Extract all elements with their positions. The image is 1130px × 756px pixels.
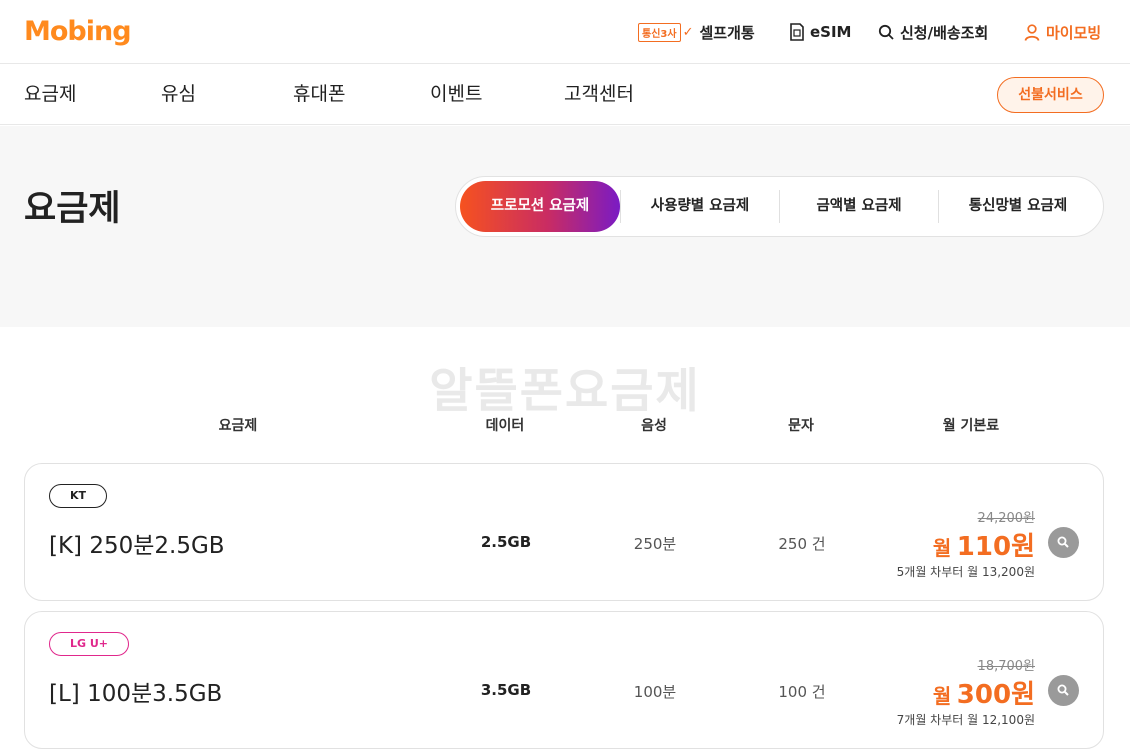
tab-promotion[interactable]: 프로모션 요금제: [460, 181, 620, 232]
telecom3-badge: 통신3사: [638, 22, 681, 42]
tab-by-usage[interactable]: 사용량별 요금제: [621, 181, 779, 232]
plan-card[interactable]: LG U+ [L] 100분3.5GB 3.5GB 100분 100 건 18,…: [24, 611, 1104, 749]
original-price: 24,200원: [977, 511, 1035, 526]
plan-name[interactable]: [L] 100분3.5GB: [49, 674, 222, 708]
nav-item-phone[interactable]: 휴대폰: [293, 64, 345, 125]
top-utility-bar: Mobing 통신3사 ✓ 셀프개통 eSIM 신청/배송조회 마이모빙: [0, 0, 1130, 64]
plan-category-tabs: 프로모션 요금제 사용량별 요금제 금액별 요금제 통신망별 요금제: [455, 176, 1104, 237]
detail-zoom-button[interactable]: [1048, 527, 1079, 558]
col-header-plan: 요금제: [218, 418, 258, 434]
user-icon: [1024, 23, 1040, 41]
prepaid-service-button[interactable]: 선불서비스: [997, 77, 1104, 113]
original-price: 18,700원: [977, 659, 1035, 674]
tab-by-price[interactable]: 금액별 요금제: [780, 181, 938, 232]
price-prefix: 월: [932, 684, 952, 708]
my-mobing-link[interactable]: 마이모빙: [1024, 0, 1101, 64]
tab-by-network[interactable]: 통신망별 요금제: [939, 181, 1097, 232]
nav-item-event[interactable]: 이벤트: [430, 64, 482, 125]
main-nav: 요금제 유심 휴대폰 이벤트 고객센터 선불서비스: [0, 64, 1130, 125]
self-open-check-icon: ✓: [682, 24, 694, 40]
promo-price: 월 110원: [933, 526, 1035, 563]
plan-data: 2.5GB: [480, 533, 532, 551]
plan-voice: 100분: [633, 683, 677, 701]
esim-label: eSIM: [810, 23, 852, 41]
zoom-icon: [1057, 536, 1069, 548]
nav-item-plans[interactable]: 요금제: [24, 64, 76, 125]
page-title: 요금제: [24, 189, 121, 229]
detail-zoom-button[interactable]: [1048, 675, 1079, 706]
plan-sms: 100 건: [778, 683, 826, 701]
price-value: 110원: [956, 532, 1035, 562]
col-header-voice: 음성: [641, 418, 667, 434]
carrier-badge: LG U+: [49, 632, 130, 656]
price-value: 300원: [956, 680, 1035, 710]
section-watermark: 알뜰폰요금제: [429, 364, 701, 419]
plan-sms: 250 건: [778, 535, 826, 553]
col-header-data: 데이터: [485, 418, 525, 434]
zoom-icon: [1057, 684, 1069, 696]
promo-price: 월 300원: [933, 674, 1035, 711]
price-after-note: 7개월 차부터 월 12,100원: [896, 713, 1035, 727]
apply-check-link[interactable]: 신청/배송조회: [878, 0, 988, 64]
search-icon: [878, 24, 894, 40]
self-open-link[interactable]: 통신3사 ✓ 셀프개통: [638, 0, 755, 64]
my-mobing-label: 마이모빙: [1046, 23, 1102, 42]
nav-item-usim[interactable]: 유심: [161, 64, 196, 125]
esim-link[interactable]: eSIM: [790, 0, 851, 64]
mobing-logo[interactable]: Mobing: [24, 16, 132, 47]
plan-name[interactable]: [K] 250분2.5GB: [49, 526, 225, 560]
col-header-sms: 문자: [788, 418, 814, 434]
sim-card-icon: [790, 23, 804, 41]
self-open-label: 셀프개통: [699, 23, 755, 42]
price-after-note: 5개월 차부터 월 13,200원: [896, 565, 1035, 579]
plan-voice: 250분: [633, 535, 677, 553]
plan-card[interactable]: KT [K] 250분2.5GB 2.5GB 250분 250 건 24,200…: [24, 463, 1104, 601]
apply-check-label: 신청/배송조회: [900, 23, 989, 42]
price-prefix: 월: [932, 536, 952, 560]
col-header-monthly-fee: 월 기본료: [942, 418, 1000, 434]
carrier-badge: KT: [49, 484, 108, 508]
nav-item-support[interactable]: 고객센터: [564, 64, 634, 125]
plan-data: 3.5GB: [480, 681, 532, 699]
